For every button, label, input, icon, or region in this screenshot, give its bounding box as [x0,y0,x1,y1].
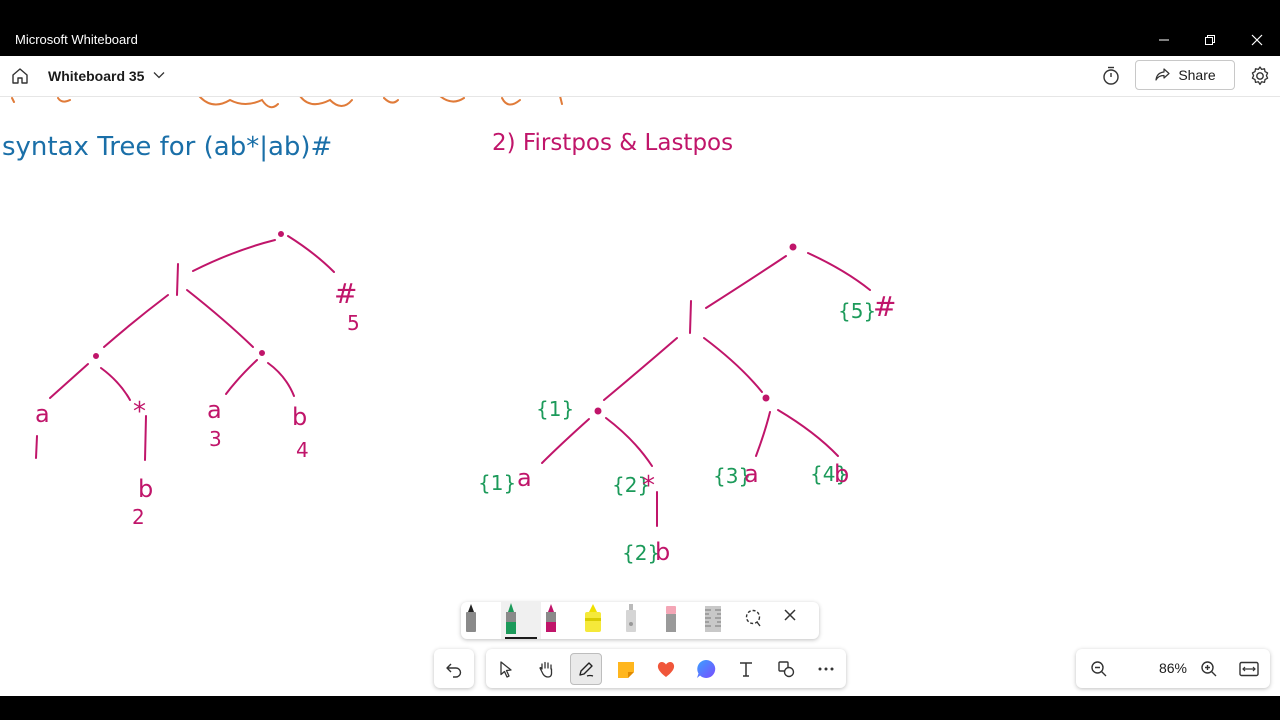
text-icon [740,662,752,677]
undo-button[interactable] [434,649,474,688]
reactions-button[interactable] [650,653,682,685]
share-icon [1155,68,1170,81]
sticky-note-button[interactable] [610,653,642,685]
tree1-pos2: 2 [132,505,145,529]
heart-icon [657,661,675,677]
text-tool-button[interactable] [730,653,762,685]
tree2-firstpos-a1: {1} [478,471,516,495]
tree1-pos5: 5 [347,311,360,335]
fit-screen-icon [1239,661,1259,677]
pen-magenta[interactable] [541,602,581,639]
shapes-button[interactable] [770,653,802,685]
pencil-tool[interactable] [621,602,661,639]
add-content-button[interactable] [690,653,722,685]
undo-icon [446,663,462,678]
tree2-firstpos-cat: {1} [536,397,574,421]
tree1-leaf-a3: a [207,396,222,424]
gear-icon[interactable] [1248,64,1272,88]
tree2-firstpos-hash: {5} [838,299,876,323]
lasso-icon [745,609,761,627]
syntax-tree-1 [35,231,335,461]
heading-firstpos-lastpos: 2) Firstpos & Lastpos [492,130,733,156]
tree2-leaf-b4: b [834,460,849,488]
pen-black[interactable] [461,602,501,639]
close-icon [1251,34,1263,46]
app-header: Whiteboard 35 Share [0,56,1280,97]
chevron-down-icon[interactable] [152,68,166,82]
cut-off-ink-top [11,97,563,109]
eraser-tool[interactable] [661,602,701,639]
fit-to-screen-button[interactable] [1236,656,1262,682]
board-name[interactable]: Whiteboard 35 [48,68,144,84]
share-label: Share [1178,67,1216,83]
pen-icon [579,662,594,677]
tree1-leaf-b4: b [292,403,307,431]
close-button[interactable] [1234,24,1280,56]
pen-magenta-icon [546,604,556,632]
minimize-button[interactable] [1141,24,1187,56]
sticky-note-icon [618,662,634,678]
close-icon [784,609,796,621]
heading-syntax-tree: syntax Tree for (ab*|ab)# [2,132,332,162]
tree1-star: * [133,397,146,427]
bottom-letterbox [0,696,1280,720]
window-title: Microsoft Whiteboard [15,32,138,47]
title-bar: Microsoft Whiteboard [0,24,1280,56]
tree2-leaf-b2: b [655,538,670,566]
home-icon [12,68,28,84]
pen-black-icon [466,604,476,632]
cursor-arrow-icon [500,661,512,678]
tree1-leaf-a1: a [35,400,50,428]
highlighter-yellow[interactable] [581,602,621,639]
share-button[interactable]: Share [1135,60,1235,90]
restore-button[interactable] [1187,24,1233,56]
minimize-icon [1159,39,1169,41]
main-toolbar [486,649,846,688]
shapes-icon [778,661,795,678]
timer-icon[interactable] [1100,65,1122,87]
zoom-out-button[interactable] [1086,656,1112,682]
inking-tool-button[interactable] [570,653,602,685]
pen-green-icon [506,603,516,634]
hand-icon [539,661,553,678]
pan-tool-button[interactable] [530,653,562,685]
highlighter-icon [585,604,601,632]
lasso-select-button[interactable] [743,608,775,634]
tree1-pos4: 4 [296,438,309,462]
select-tool-button[interactable] [490,653,522,685]
home-button[interactable] [8,64,32,88]
eraser-icon [666,606,676,632]
whiteboard-canvas[interactable]: syntax Tree for (ab*|ab)# 2) Firstpos & … [0,97,1280,696]
tree1-pos3: 3 [209,427,222,451]
tree2-hash: # [873,290,896,323]
zoom-controls: 86% [1076,649,1270,688]
tree2-star: * [642,471,655,501]
pencil-icon [626,604,636,632]
zoom-out-icon [1091,661,1107,677]
zoom-in-button[interactable] [1196,656,1222,682]
ruler-tool[interactable] [701,602,741,639]
zoom-in-icon [1201,661,1217,677]
chat-bubble-icon [697,659,716,678]
tree2-leaf-a1: a [517,464,532,492]
restore-icon [1205,35,1215,45]
more-dots-icon [818,667,834,671]
pen-green[interactable] [501,602,541,639]
tree1-leaf-b2: b [138,475,153,503]
more-options-button[interactable] [810,653,842,685]
pen-tray [461,602,819,639]
tree1-hash: # [334,277,357,310]
ruler-icon [705,606,721,632]
tree2-leaf-a3: a [744,460,759,488]
close-tray-button[interactable] [783,608,815,634]
